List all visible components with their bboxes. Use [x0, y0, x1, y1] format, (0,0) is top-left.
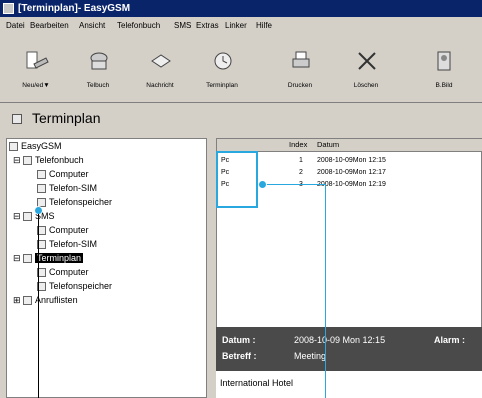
delete-icon [358, 52, 376, 70]
callout-line [258, 184, 326, 185]
tree-tb-computer[interactable]: Computer [37, 169, 89, 180]
menu-linker[interactable]: Linker [225, 17, 247, 34]
phone-icon [9, 142, 18, 152]
phonebook-button[interactable]: Telbuch [72, 42, 124, 98]
call-list-icon [23, 296, 33, 306]
app-window: [Terminplan]- EasyGSM Datei Bearbeiten A… [0, 0, 482, 398]
delete-button[interactable]: Löschen [340, 42, 392, 98]
tree-terminplan[interactable]: ⊟ Terminplan [13, 253, 84, 264]
toolbar: Neu/ed▼ Telbuch Nachricht Terminplan Dru… [0, 42, 482, 98]
col-datum[interactable]: Datum [317, 139, 339, 151]
picture-button[interactable]: B.Bild [418, 42, 470, 98]
menu-datei[interactable]: Datei [6, 17, 25, 34]
sim-icon [37, 184, 46, 194]
menu-bearbeiten[interactable]: Bearbeiten [30, 17, 69, 34]
calendar-view-icon [12, 114, 22, 124]
calendar-icon [214, 52, 232, 70]
tree-tb-sim[interactable]: Telefon-SIM [37, 183, 97, 194]
tree-telefonbuch[interactable]: ⊟ Telefonbuch [13, 155, 84, 166]
view-title: Terminplan [32, 110, 101, 126]
title-bar: [Terminplan]- EasyGSM [0, 0, 482, 17]
appointment-note: International Hotel [216, 371, 482, 398]
tree-tb-speicher[interactable]: Telefonspeicher [37, 197, 112, 208]
tree-sms-computer[interactable]: Computer [37, 225, 89, 236]
menu-telefonbuch[interactable]: Telefonbuch [117, 17, 160, 34]
calendar-icon [23, 254, 33, 264]
tree-root[interactable]: EasyGSM [9, 141, 62, 152]
menu-extras[interactable]: Extras [196, 17, 219, 34]
navigation-tree[interactable]: EasyGSM ⊟ Telefonbuch Computer Telefon-S… [6, 138, 207, 398]
menu-hilfe[interactable]: Hilfe [256, 17, 272, 34]
appointment-detail: Datum : 2008-10-09 Mon 12:15 Alarm : Bet… [216, 327, 482, 371]
book-icon [23, 156, 33, 166]
tree-tp-speicher[interactable]: Telefonspeicher [37, 281, 112, 292]
print-icon [292, 51, 310, 68]
message-button[interactable]: Nachricht [134, 42, 186, 98]
computer-icon [37, 170, 46, 180]
tree-tp-computer[interactable]: Computer [37, 267, 89, 278]
highlight-box [216, 151, 258, 208]
callout-line [325, 184, 326, 398]
picture-icon [437, 51, 451, 71]
window-title: [Terminplan]- EasyGSM [18, 3, 131, 14]
callout-dot [258, 180, 267, 189]
message-icon [151, 54, 171, 68]
calendar-button[interactable]: Terminplan [196, 42, 248, 98]
print-button[interactable]: Drucken [274, 42, 326, 98]
tree-sms-sim[interactable]: Telefon-SIM [37, 239, 97, 250]
menu-sms[interactable]: SMS [174, 17, 191, 34]
new-icon [26, 51, 49, 69]
sms-icon [23, 212, 33, 222]
col-index[interactable]: Index [289, 139, 307, 151]
app-icon [3, 3, 14, 14]
new-button[interactable]: Neu/ed▼ [10, 42, 62, 98]
view-header: Terminplan [0, 102, 482, 137]
callout-line [38, 214, 39, 398]
tree-anruflisten[interactable]: ⊞ Anruflisten [13, 295, 78, 306]
menu-ansicht[interactable]: Ansicht [79, 17, 105, 34]
phonebook-icon [90, 52, 108, 70]
menu-bar: Datei Bearbeiten Ansicht Telefonbuch SMS… [0, 17, 482, 34]
